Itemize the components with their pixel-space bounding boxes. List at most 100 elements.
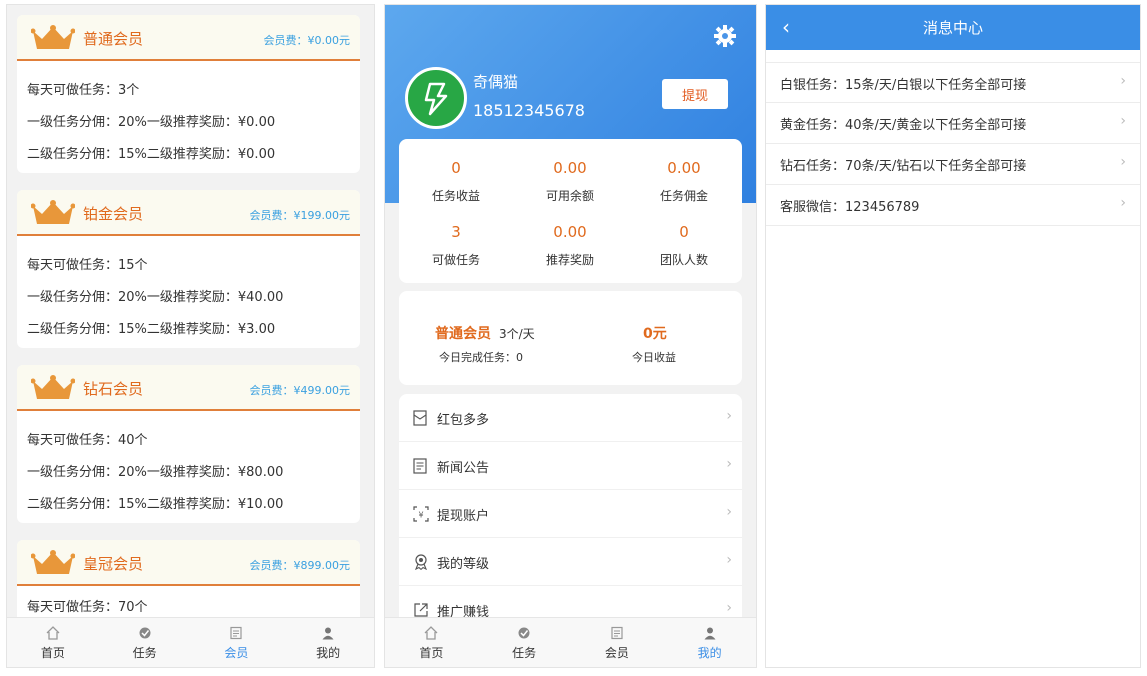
level1-commission: 一级任务分佣：20%一级推荐奖励：¥80.00 xyxy=(27,465,284,480)
tab-mine[interactable]: 我的 xyxy=(282,618,374,667)
stat-value: 0.00 xyxy=(667,159,701,177)
username: 奇偶猫 xyxy=(473,73,519,91)
nav-bar: ‹ 消息中心 xyxy=(766,5,1140,50)
chevron-right-icon: › xyxy=(1120,113,1126,129)
stat-label: 团队人数 xyxy=(659,253,708,267)
user-icon xyxy=(322,627,334,640)
chevron-right-icon: › xyxy=(1120,154,1126,170)
today-summary-card: 普通会员 3个/天 今日完成任务：0 0元 今日收益 xyxy=(399,291,742,385)
chevron-right-icon: › xyxy=(726,552,732,568)
membership-card-platinum[interactable]: 铂金会员 会员费：¥199.00元 每天可做任务：15个 一级任务分佣：20%一… xyxy=(17,190,360,348)
member-icon xyxy=(230,626,242,640)
card-header: 普通会员 会员费：¥0.00元 xyxy=(17,15,360,61)
daily-quota: 3个/天 xyxy=(499,327,535,341)
tab-membership[interactable]: 会员 xyxy=(571,618,664,667)
user-icon xyxy=(704,627,716,640)
chevron-right-icon: › xyxy=(726,504,732,520)
chevron-right-icon: › xyxy=(1120,195,1126,211)
completed-today: 今日完成任务：0 xyxy=(439,351,523,364)
tab-home[interactable]: 首页 xyxy=(7,618,99,667)
stat-value: 0.00 xyxy=(553,159,587,177)
level2-commission: 二级任务分佣：15%二级推荐奖励：¥10.00 xyxy=(27,497,284,512)
withdraw-button[interactable]: 提现 xyxy=(662,79,728,109)
stat-value: 0 xyxy=(451,159,461,177)
stat-balance[interactable]: 0.00 可用余额 xyxy=(513,159,627,204)
stat-value: 0.00 xyxy=(553,223,587,241)
card-header: 钻石会员 会员费：¥499.00元 xyxy=(17,365,360,411)
menu-item-red-envelope[interactable]: 红包多多 › xyxy=(399,394,742,442)
svg-text:¥: ¥ xyxy=(418,511,423,520)
tab-label: 任务 xyxy=(512,646,537,660)
red-envelope-icon xyxy=(413,410,427,426)
stat-commission[interactable]: 0.00 任务佣金 xyxy=(627,159,741,204)
membership-screen: 普通会员 会员费：¥0.00元 每天可做任务：3个 一级任务分佣：20%一级推荐… xyxy=(6,4,375,668)
stat-label: 可做任务 xyxy=(431,253,480,267)
menu-label: 我的等级 xyxy=(437,557,490,572)
stat-label: 可用余额 xyxy=(545,189,594,203)
tier-name: 铂金会员 xyxy=(83,205,144,223)
level1-commission: 一级任务分佣：20%一级推荐奖励：¥40.00 xyxy=(27,290,284,305)
message-text: 客服微信：123456789 xyxy=(780,200,920,215)
bottom-tab-bar: 首页 任务 会员 我的 xyxy=(385,617,756,667)
stat-value: 0 xyxy=(679,223,689,241)
current-level: 普通会员 xyxy=(435,326,491,342)
tier-fee: 会员费：¥499.00元 xyxy=(249,384,351,397)
crown-icon xyxy=(31,550,75,574)
level2-commission: 二级任务分佣：15%二级推荐奖励：¥0.00 xyxy=(27,147,276,162)
withdraw-account-icon: ¥ xyxy=(413,506,429,522)
message-item-wechat[interactable]: 客服微信：123456789 › xyxy=(766,185,1140,226)
stats-card: 0 任务收益 0.00 可用余额 0.00 任务佣金 3 可做任务 0.00 推… xyxy=(399,139,742,283)
tab-tasks[interactable]: 任务 xyxy=(99,618,191,667)
avatar[interactable] xyxy=(405,67,467,129)
crown-icon xyxy=(31,25,75,49)
tab-label: 我的 xyxy=(697,646,722,660)
level2-commission: 二级任务分佣：15%二级推荐奖励：¥3.00 xyxy=(27,322,276,337)
menu-item-withdraw-account[interactable]: ¥ 提现账户 › xyxy=(399,490,742,538)
stat-task-income[interactable]: 0 任务收益 xyxy=(399,159,513,204)
membership-card-regular[interactable]: 普通会员 会员费：¥0.00元 每天可做任务：3个 一级任务分佣：20%一级推荐… xyxy=(17,15,360,173)
tier-name: 钻石会员 xyxy=(83,380,144,398)
message-text: 白银任务：15条/天/白银以下任务全部可接 xyxy=(780,78,1027,93)
tab-label: 我的 xyxy=(316,646,341,660)
home-icon xyxy=(424,626,438,640)
daily-tasks: 每天可做任务：40个 xyxy=(27,433,148,448)
tier-name: 普通会员 xyxy=(83,30,144,48)
news-icon xyxy=(413,458,427,474)
card-header: 铂金会员 会员费：¥199.00元 xyxy=(17,190,360,236)
tab-home[interactable]: 首页 xyxy=(385,618,478,667)
tab-mine[interactable]: 我的 xyxy=(663,618,756,667)
menu-label: 新闻公告 xyxy=(437,461,490,476)
membership-card-diamond[interactable]: 钻石会员 会员费：¥499.00元 每天可做任务：40个 一级任务分佣：20%一… xyxy=(17,365,360,523)
tab-membership[interactable]: 会员 xyxy=(191,618,283,667)
tab-label: 任务 xyxy=(132,646,157,660)
tier-name: 皇冠会员 xyxy=(83,555,144,573)
message-item-silver[interactable]: 白银任务：15条/天/白银以下任务全部可接 › xyxy=(766,62,1140,103)
level-badge-icon xyxy=(415,554,427,570)
menu-item-news[interactable]: 新闻公告 › xyxy=(399,442,742,490)
daily-tasks: 每天可做任务：3个 xyxy=(27,83,140,98)
menu-item-my-level[interactable]: 我的等级 › xyxy=(399,538,742,586)
task-icon xyxy=(518,627,530,639)
gear-icon[interactable] xyxy=(714,25,736,47)
message-item-gold[interactable]: 黄金任务：40条/天/黄金以下任务全部可接 › xyxy=(766,103,1140,144)
message-center-screen: ‹ 消息中心 白银任务：15条/天/白银以下任务全部可接 › 黄金任务：40条/… xyxy=(765,4,1141,668)
stat-label: 推荐奖励 xyxy=(545,253,594,267)
card-header: 皇冠会员 会员费：¥899.00元 xyxy=(17,540,360,586)
tab-tasks[interactable]: 任务 xyxy=(478,618,571,667)
level1-commission: 一级任务分佣：20%一级推荐奖励：¥0.00 xyxy=(27,115,276,130)
stat-referral-reward[interactable]: 0.00 推荐奖励 xyxy=(513,223,627,268)
tier-fee: 会员费：¥0.00元 xyxy=(263,34,351,47)
crown-icon xyxy=(31,200,75,224)
bottom-tab-bar: 首页 任务 会员 我的 xyxy=(7,617,374,667)
message-text: 钻石任务：70条/天/钻石以下任务全部可接 xyxy=(780,159,1027,174)
profile-menu: 红包多多 › 新闻公告 › ¥ 提现账户 › 我的等级 › 推广赚钱 › xyxy=(399,394,742,634)
tab-label: 会员 xyxy=(604,646,629,660)
tab-label: 会员 xyxy=(224,646,249,660)
share-icon xyxy=(414,603,428,617)
page-title: 消息中心 xyxy=(922,19,983,37)
crown-icon xyxy=(31,375,75,399)
stat-team-size[interactable]: 0 团队人数 xyxy=(627,223,741,268)
stat-available-tasks[interactable]: 3 可做任务 xyxy=(399,223,513,268)
message-item-diamond[interactable]: 钻石任务：70条/天/钻石以下任务全部可接 › xyxy=(766,144,1140,185)
message-text: 黄金任务：40条/天/黄金以下任务全部可接 xyxy=(780,118,1027,133)
